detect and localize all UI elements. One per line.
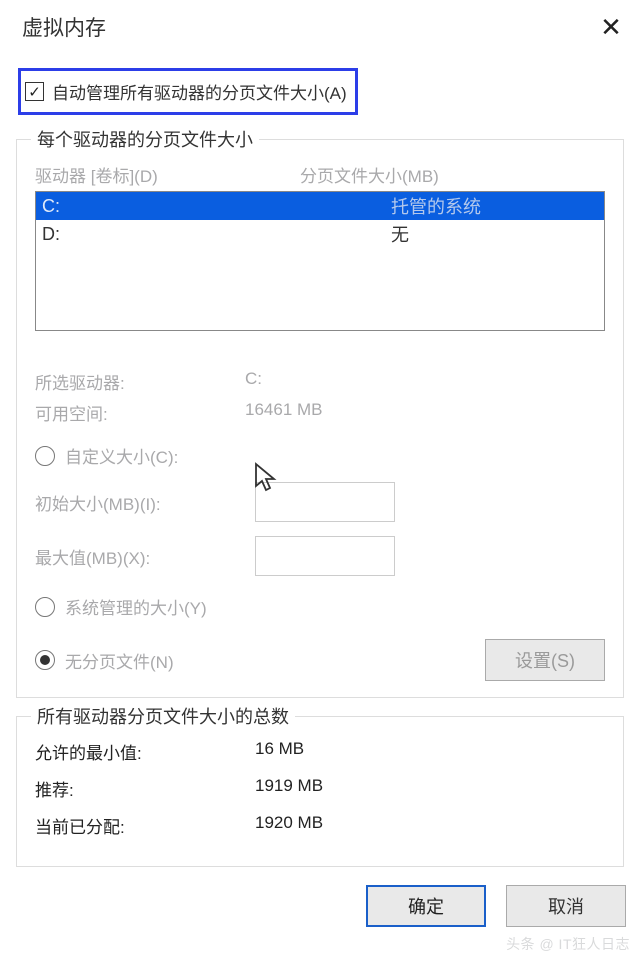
col-header-size: 分页文件大小(MB) (300, 162, 605, 187)
cancel-button[interactable]: 取消 (506, 885, 626, 927)
min-allowed-label: 允许的最小值: (35, 739, 255, 764)
per-drive-legend: 每个驱动器的分页文件大小 (31, 126, 259, 152)
radio-custom-label: 自定义大小(C): (65, 443, 178, 468)
freespace-label: 可用空间: (35, 400, 245, 425)
radio-custom-size[interactable] (35, 446, 55, 466)
selected-drive-label: 所选驱动器: (35, 369, 245, 394)
drive-cell-label: D: (36, 224, 391, 245)
drive-cell-size: 托管的系统 (391, 193, 604, 219)
max-size-input[interactable] (255, 536, 395, 576)
current-allocated-value: 1920 MB (255, 813, 605, 838)
set-button[interactable]: 设置(S) (485, 639, 605, 681)
auto-manage-highlight: ✓ 自动管理所有驱动器的分页文件大小(A) (18, 68, 358, 115)
ok-button[interactable]: 确定 (366, 885, 486, 927)
totals-section: 所有驱动器分页文件大小的总数 允许的最小值: 16 MB 推荐: 1919 MB… (16, 716, 624, 867)
per-drive-section: 每个驱动器的分页文件大小 驱动器 [卷标](D) 分页文件大小(MB) C: 托… (16, 139, 624, 698)
radio-system-label: 系统管理的大小(Y) (65, 594, 207, 619)
radio-system-managed[interactable] (35, 597, 55, 617)
drive-cell-size: 无 (391, 221, 604, 247)
current-allocated-label: 当前已分配: (35, 813, 255, 838)
freespace-value: 16461 MB (245, 400, 605, 425)
initial-size-input[interactable] (255, 482, 395, 522)
recommended-value: 1919 MB (255, 776, 605, 801)
drive-cell-label: C: (36, 196, 391, 217)
watermark-text: 头条 @ IT狂人日志 (506, 934, 630, 954)
selected-drive-value: C: (245, 369, 605, 394)
min-allowed-value: 16 MB (255, 739, 605, 764)
auto-manage-label: 自动管理所有驱动器的分页文件大小(A) (52, 79, 347, 104)
drive-listbox[interactable]: C: 托管的系统 D: 无 (35, 191, 605, 331)
radio-nofile-label: 无分页文件(N) (65, 648, 174, 673)
initial-size-label: 初始大小(MB)(I): (35, 490, 255, 515)
window-title: 虚拟内存 (22, 12, 106, 42)
drive-row[interactable]: C: 托管的系统 (36, 192, 604, 220)
drive-row[interactable]: D: 无 (36, 220, 604, 248)
totals-legend: 所有驱动器分页文件大小的总数 (31, 703, 295, 729)
auto-manage-checkbox[interactable]: ✓ (25, 82, 44, 101)
radio-dot-icon (40, 655, 50, 665)
close-icon[interactable]: ✕ (596, 12, 626, 43)
max-size-label: 最大值(MB)(X): (35, 544, 255, 569)
recommended-label: 推荐: (35, 776, 255, 801)
radio-no-paging[interactable] (35, 650, 55, 670)
col-header-drive: 驱动器 [卷标](D) (35, 162, 300, 187)
